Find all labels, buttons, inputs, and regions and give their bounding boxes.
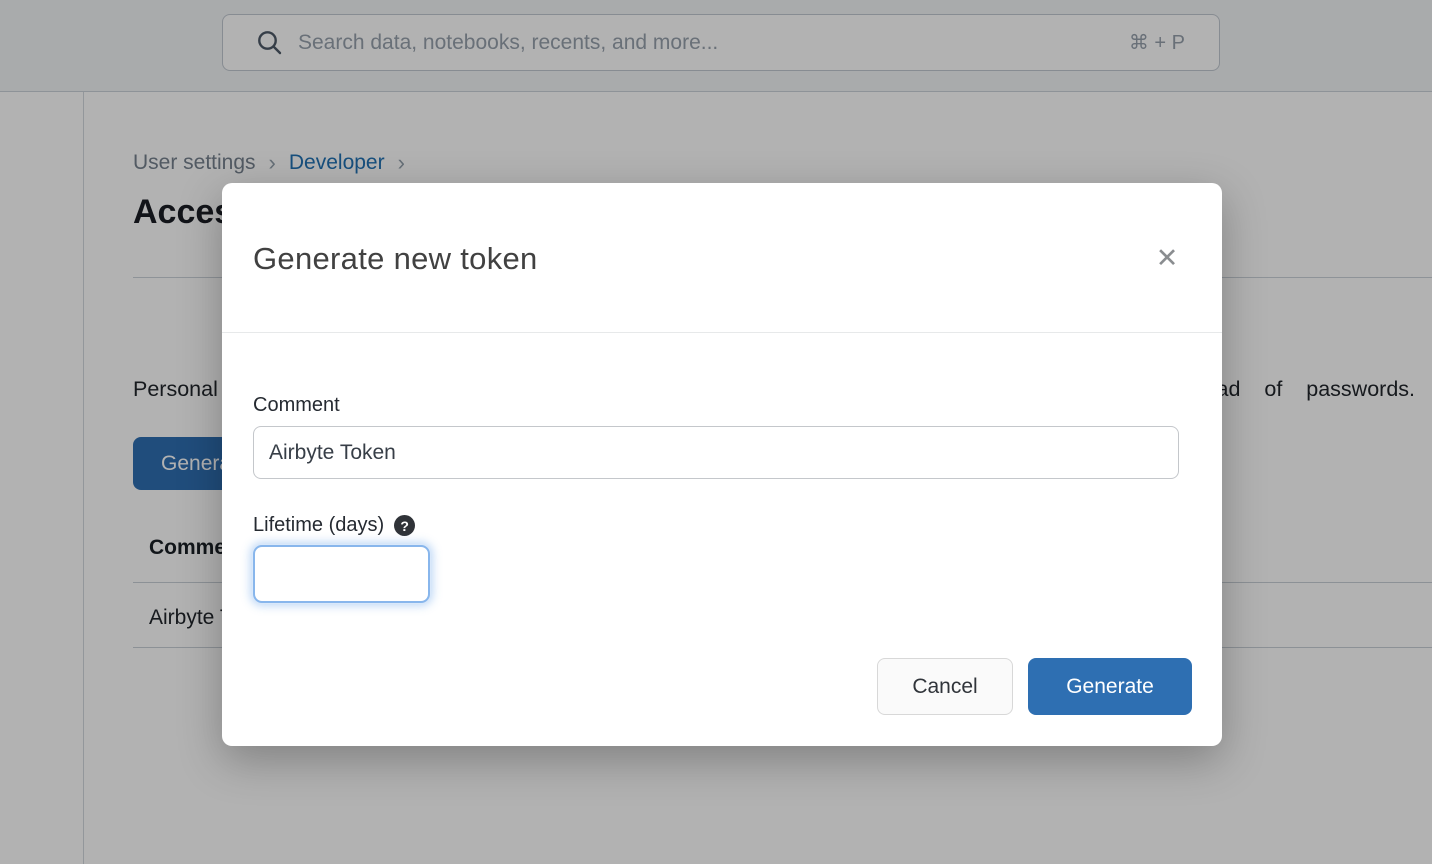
comment-label: Comment xyxy=(253,394,340,417)
generate-button[interactable]: Generate xyxy=(1028,658,1192,715)
comment-input[interactable] xyxy=(253,426,1179,479)
lifetime-label: Lifetime (days) xyxy=(253,514,384,537)
close-icon[interactable]: ✕ xyxy=(1150,241,1184,275)
modal-header: Generate new token ✕ xyxy=(222,183,1222,333)
cancel-button[interactable]: Cancel xyxy=(877,658,1013,715)
lifetime-label-row: Lifetime (days) ? xyxy=(253,514,415,537)
generate-token-modal: Generate new token ✕ Comment Lifetime (d… xyxy=(222,183,1222,746)
help-icon[interactable]: ? xyxy=(394,515,415,536)
modal-title: Generate new token xyxy=(253,241,538,277)
lifetime-input[interactable] xyxy=(253,545,430,603)
